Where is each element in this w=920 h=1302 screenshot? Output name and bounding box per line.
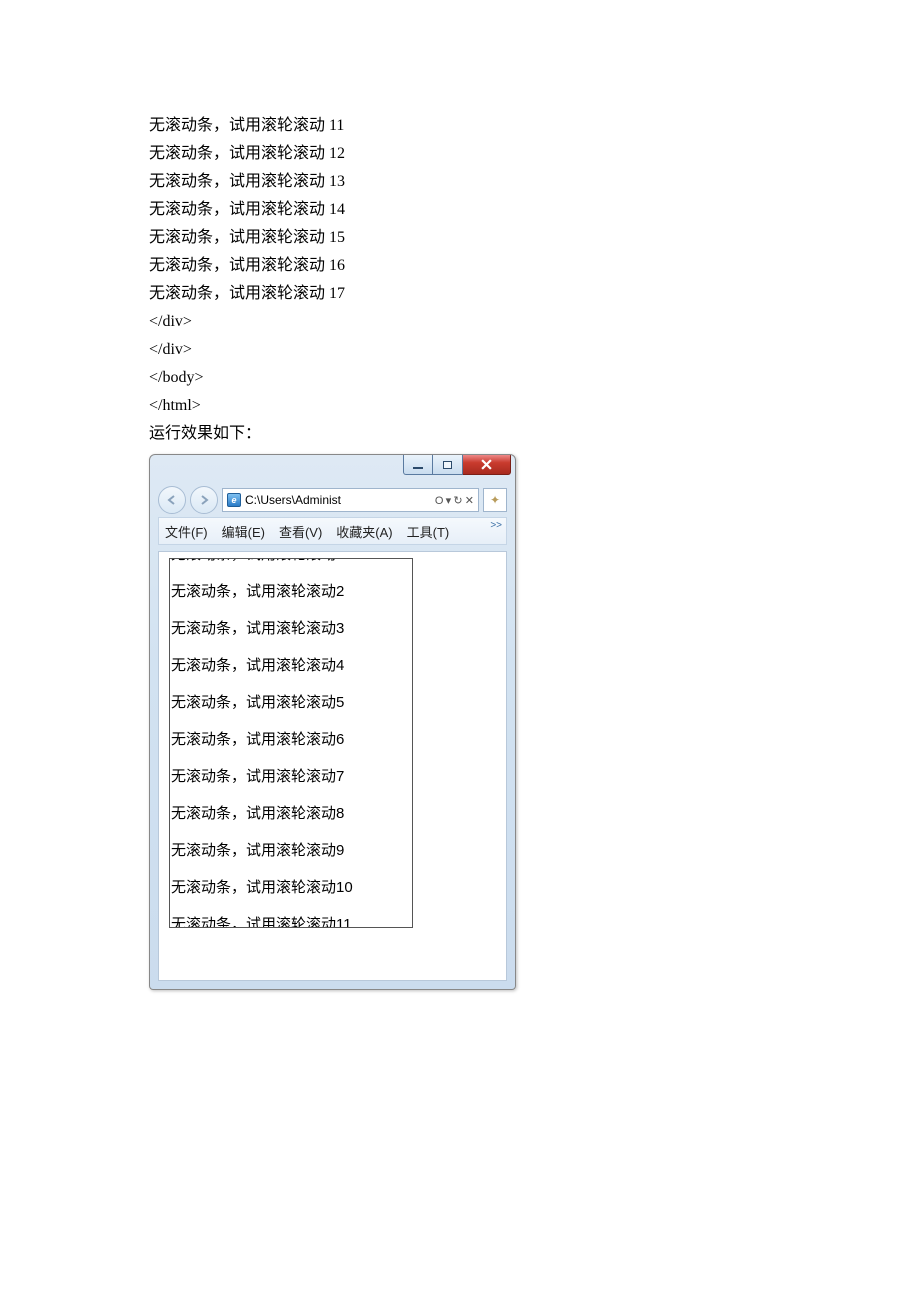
list-item: 无滚动条，试用滚轮滚动9	[170, 832, 412, 869]
address-controls[interactable]: Ο ▾ ↻ ✕	[433, 494, 474, 507]
maximize-button[interactable]	[433, 455, 463, 475]
address-bar[interactable]: e C:\Users\Administ Ο ▾ ↻ ✕	[222, 488, 479, 512]
code-line: 无滚动条，试用滚轮滚动 17	[149, 280, 920, 308]
list-item: 无滚动条，试用滚轮滚动8	[170, 795, 412, 832]
menu-overflow-icon[interactable]: >>	[490, 520, 502, 531]
window-controls	[403, 455, 511, 475]
code-line: </html>	[149, 392, 920, 420]
menu-view[interactable]: 查看(V)	[279, 522, 322, 541]
menu-fav[interactable]: 收藏夹(A)	[336, 522, 392, 541]
address-text: C:\Users\Administ	[245, 493, 429, 507]
browser-window: e C:\Users\Administ Ο ▾ ↻ ✕ ✦ 文件(F) 编辑(E…	[149, 454, 516, 990]
page-icon: ✦	[490, 493, 500, 508]
code-line: 运行效果如下：	[149, 420, 920, 448]
code-line: 无滚动条，试用滚轮滚动 11	[149, 112, 920, 140]
arrow-left-icon	[167, 495, 177, 505]
code-line: 无滚动条，试用滚轮滚动 14	[149, 196, 920, 224]
scroll-content: 无滚动条，试用滚轮滚动1 无滚动条，试用滚轮滚动2 无滚动条，试用滚轮滚动3 无…	[170, 558, 412, 928]
list-item: 无滚动条，试用滚轮滚动7	[170, 758, 412, 795]
minimize-button[interactable]	[403, 455, 433, 475]
code-line: </body>	[149, 364, 920, 392]
close-button[interactable]	[463, 455, 511, 475]
titlebar	[150, 455, 515, 483]
list-item: 无滚动条，试用滚轮滚动1	[170, 558, 412, 573]
code-line: </div>	[149, 336, 920, 364]
code-line: 无滚动条，试用滚轮滚动 16	[149, 252, 920, 280]
new-tab-button[interactable]: ✦	[483, 488, 507, 512]
arrow-right-icon	[199, 495, 209, 505]
menu-edit[interactable]: 编辑(E)	[222, 522, 265, 541]
list-item: 无滚动条，试用滚轮滚动6	[170, 721, 412, 758]
menu-file[interactable]: 文件(F)	[165, 522, 208, 541]
menu-tools[interactable]: 工具(T)	[407, 522, 450, 541]
close-icon	[481, 459, 492, 470]
list-item: 无滚动条，试用滚轮滚动3	[170, 610, 412, 647]
forward-button[interactable]	[190, 486, 218, 514]
menubar: 文件(F) 编辑(E) 查看(V) 收藏夹(A) 工具(T) >>	[158, 517, 507, 545]
back-button[interactable]	[158, 486, 186, 514]
code-line: 无滚动条，试用滚轮滚动 15	[149, 224, 920, 252]
code-line: 无滚动条，试用滚轮滚动 12	[149, 140, 920, 168]
code-line: 无滚动条，试用滚轮滚动 13	[149, 168, 920, 196]
navbar: e C:\Users\Administ Ο ▾ ↻ ✕ ✦	[158, 483, 507, 517]
list-item: 无滚动条，试用滚轮滚动2	[170, 573, 412, 610]
code-listing: 无滚动条，试用滚轮滚动 11 无滚动条，试用滚轮滚动 12 无滚动条，试用滚轮滚…	[149, 112, 920, 448]
code-line: </div>	[149, 308, 920, 336]
list-item: 无滚动条，试用滚轮滚动11	[170, 906, 412, 928]
list-item: 无滚动条，试用滚轮滚动4	[170, 647, 412, 684]
list-item: 无滚动条，试用滚轮滚动10	[170, 869, 412, 906]
client-area: 无滚动条，试用滚轮滚动1 无滚动条，试用滚轮滚动2 无滚动条，试用滚轮滚动3 无…	[158, 551, 507, 981]
list-item: 无滚动条，试用滚轮滚动5	[170, 684, 412, 721]
ie-icon: e	[227, 493, 241, 507]
scroll-box[interactable]: 无滚动条，试用滚轮滚动1 无滚动条，试用滚轮滚动2 无滚动条，试用滚轮滚动3 无…	[169, 558, 413, 928]
